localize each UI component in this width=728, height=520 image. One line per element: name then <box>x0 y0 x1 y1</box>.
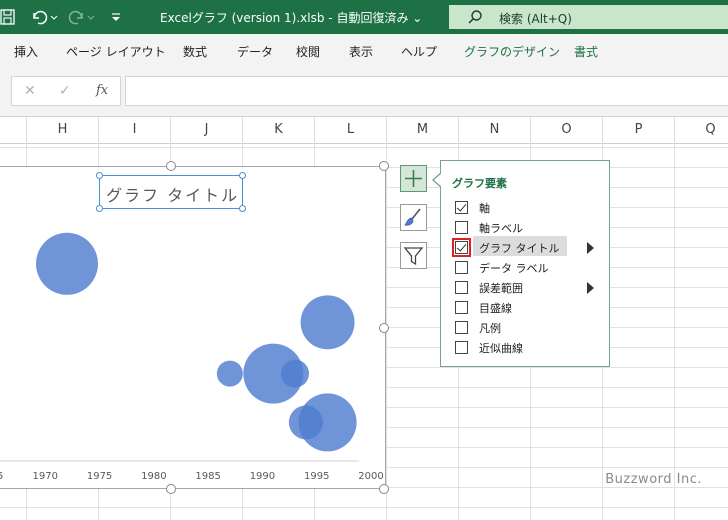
enter-icon[interactable]: ✓ <box>59 83 71 99</box>
panel-header: グラフ要素 <box>452 177 507 190</box>
redo-icon[interactable] <box>68 8 96 30</box>
title-resize-handle[interactable] <box>239 205 246 212</box>
checkbox-2[interactable] <box>452 238 471 257</box>
checkbox-4[interactable] <box>455 281 468 294</box>
search-box[interactable]: 検索 (Alt+Q) <box>449 5 728 29</box>
bubble-point-1[interactable] <box>300 295 355 350</box>
paintbrush-icon <box>404 208 421 226</box>
title-resize-handle[interactable] <box>239 172 246 179</box>
bubble-point-4[interactable] <box>281 359 309 388</box>
x-tick-label: 1975 <box>87 471 112 482</box>
title-bar: Excelグラフ (version 1).xlsb - 自動回復済み ⌄ 検索 … <box>0 0 728 34</box>
x-tick-label-partial: 5 <box>0 471 3 482</box>
x-tick-label: 1990 <box>250 471 275 482</box>
chart-title-box[interactable]: グラフ タイトル <box>96 172 246 212</box>
column-header-partial[interactable] <box>0 117 27 143</box>
tab-view[interactable]: 表示 <box>349 43 373 60</box>
checkbox-6[interactable] <box>455 321 468 334</box>
submenu-arrow-icon[interactable] <box>587 242 594 254</box>
tab-help[interactable]: ヘルプ <box>401 43 437 60</box>
checkbox-0[interactable] <box>455 201 468 214</box>
chart-element-label[interactable]: 凡例 <box>479 320 501 336</box>
tab-chart-design[interactable]: グラフのデザイン <box>464 43 560 60</box>
chart-element-label[interactable]: 誤差範囲 <box>479 280 523 296</box>
column-header-q[interactable]: Q <box>675 117 728 143</box>
bubble-point-6[interactable] <box>288 405 323 440</box>
column-header-j[interactable]: J <box>171 117 243 143</box>
column-header-n[interactable]: N <box>459 117 531 143</box>
filter-icon <box>403 247 424 266</box>
checkbox-1[interactable] <box>455 221 468 234</box>
search-icon <box>467 9 483 28</box>
chart-resize-handle[interactable] <box>166 484 176 494</box>
formula-bar: ✕ ✓ fx <box>0 66 728 116</box>
column-header-p[interactable]: P <box>603 117 675 143</box>
ribbon-tabs: 挿入 ページ レイアウト 数式 データ 校閲 表示 ヘルプ グラフのデザイン 書… <box>0 34 728 66</box>
chart-element-label[interactable]: 軸ラベル <box>479 220 523 236</box>
x-tick-label: 1980 <box>141 471 166 482</box>
save-icon[interactable] <box>0 8 16 30</box>
bubble-chart[interactable]: 1970 1975 1980 1985 1990 1995 2000 5 グラフ タイトル <box>0 161 389 494</box>
chart-resize-handle[interactable] <box>379 484 389 494</box>
x-tick-label: 1985 <box>195 471 220 482</box>
cancel-icon[interactable]: ✕ <box>24 83 36 99</box>
chart-elements-button[interactable] <box>400 165 427 192</box>
column-headers: H I J K L M N O P Q <box>0 116 728 144</box>
plus-icon <box>405 170 422 187</box>
x-tick-label: 2000 <box>358 471 383 482</box>
watermark: Buzzword Inc. <box>605 472 702 487</box>
chart-title[interactable]: グラフ タイトル <box>106 182 239 206</box>
chart-styles-button[interactable] <box>400 204 427 231</box>
submenu-arrow-icon[interactable] <box>587 282 594 294</box>
checkbox-5[interactable] <box>455 301 468 314</box>
tab-page-layout[interactable]: ページ レイアウト <box>66 43 166 60</box>
column-header-i[interactable]: I <box>99 117 171 143</box>
column-header-h[interactable]: H <box>27 117 99 143</box>
tab-format[interactable]: 書式 <box>574 43 598 60</box>
customize-quick-access-icon[interactable] <box>110 8 122 30</box>
panel-pointer-inner <box>434 173 442 187</box>
x-tick-label: 1995 <box>304 471 329 482</box>
chart-plot-area: 1970 1975 1980 1985 1990 1995 2000 5 <box>0 232 384 482</box>
title-resize-handle[interactable] <box>96 172 103 179</box>
bubble-point-2[interactable] <box>216 360 243 387</box>
chart-element-label[interactable]: 軸 <box>479 200 490 216</box>
insert-function-button[interactable]: fx <box>96 83 108 98</box>
chart-resize-handle[interactable] <box>379 323 389 333</box>
column-header-l[interactable]: L <box>315 117 387 143</box>
document-title: Excelグラフ (version 1).xlsb - 自動回復済み ⌄ <box>160 11 423 25</box>
chart-resize-handle[interactable] <box>379 161 389 171</box>
chart-element-label[interactable]: グラフ タイトル <box>479 240 560 256</box>
undo-icon[interactable] <box>30 8 58 30</box>
tab-insert[interactable]: 挿入 <box>14 43 38 60</box>
bubble-point-0[interactable] <box>36 232 98 295</box>
x-tick-label: 1970 <box>33 471 58 482</box>
chart-elements-panel: グラフ要素 軸軸ラベルグラフ タイトル データ ラベル 誤差範囲目盛線凡例近似曲線 <box>440 160 610 367</box>
chart-resize-handle[interactable] <box>166 161 176 171</box>
chart-filters-button[interactable] <box>400 242 427 269</box>
chart-element-label[interactable]: 目盛線 <box>479 300 512 316</box>
chart-element-label[interactable]: 近似曲線 <box>479 340 523 356</box>
formula-controls: ✕ ✓ fx <box>11 76 121 106</box>
formula-input[interactable] <box>125 76 728 106</box>
column-header-o[interactable]: O <box>531 117 603 143</box>
tab-formulas[interactable]: 数式 <box>183 43 207 60</box>
checkbox-3[interactable] <box>455 261 468 274</box>
tab-data[interactable]: データ <box>237 43 273 60</box>
search-input[interactable]: 検索 (Alt+Q) <box>499 10 572 27</box>
checkbox-7[interactable] <box>455 341 468 354</box>
title-resize-handle[interactable] <box>96 205 103 212</box>
chart-element-label[interactable]: データ ラベル <box>479 260 549 276</box>
column-header-m[interactable]: M <box>387 117 459 143</box>
tab-review[interactable]: 校閲 <box>296 43 320 60</box>
column-header-k[interactable]: K <box>243 117 315 143</box>
